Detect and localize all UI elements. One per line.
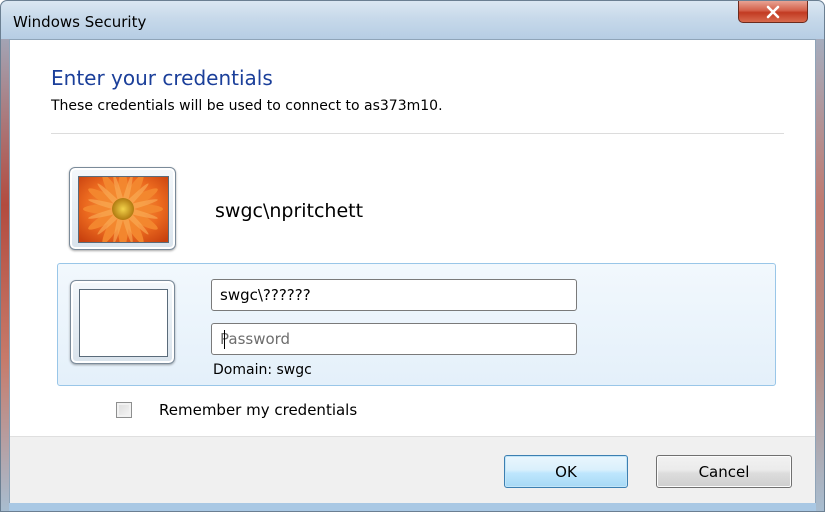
dialog-subheading: These credentials will be used to connec… [51, 98, 443, 114]
username-input[interactable] [211, 279, 577, 311]
close-icon [766, 5, 780, 18]
saved-user-tile[interactable] [69, 167, 176, 250]
saved-username: swgc\npritchett [215, 200, 364, 222]
windows-security-dialog: Windows Security Enter your credentials … [0, 0, 825, 512]
title-bar[interactable]: Windows Security [1, 1, 824, 39]
cancel-button[interactable]: Cancel [656, 455, 792, 488]
button-bar: OK Cancel [10, 436, 815, 503]
blank-avatar-icon [79, 289, 168, 357]
other-user-tile[interactable] [70, 280, 175, 364]
divider [51, 133, 784, 134]
close-button[interactable] [738, 1, 808, 23]
ok-button[interactable]: OK [504, 455, 628, 488]
window-title: Windows Security [13, 13, 147, 31]
flower-avatar-icon [78, 176, 169, 243]
remember-checkbox[interactable] [116, 402, 132, 418]
text-caret [224, 330, 225, 349]
dialog-heading: Enter your credentials [51, 66, 273, 90]
domain-label: Domain: swgc [213, 362, 312, 378]
remember-label[interactable]: Remember my credentials [159, 401, 357, 419]
password-input[interactable] [211, 323, 577, 355]
dialog-content: Enter your credentials These credentials… [9, 39, 816, 503]
